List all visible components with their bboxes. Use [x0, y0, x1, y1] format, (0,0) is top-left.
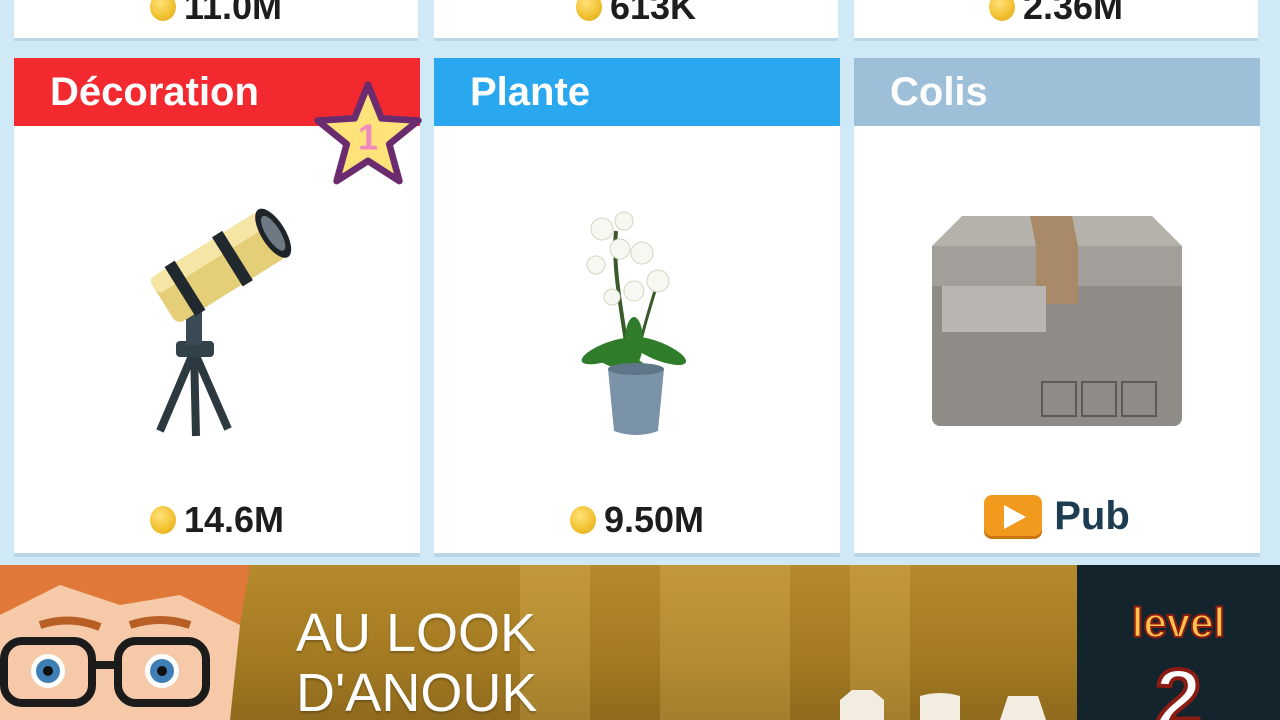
price-value: 9.50M	[603, 499, 705, 540]
level-number: 2	[1153, 650, 1204, 720]
watch-ad-label: Pub	[1054, 494, 1130, 538]
store-banner[interactable]: AU LOOK D'ANOUK level 2	[0, 565, 1280, 720]
price-row: 2.36M	[854, 0, 1258, 28]
item-illustration	[434, 178, 840, 463]
coin-icon	[149, 0, 176, 21]
price-value: 14.6M	[183, 499, 285, 540]
top-card-3[interactable]: 2.36M	[854, 0, 1258, 38]
card-category-label: Décoration	[50, 69, 259, 114]
coin-icon	[575, 0, 602, 21]
character-avatar	[0, 565, 250, 720]
shop-card-plante[interactable]: Plante 9.50M	[434, 58, 840, 553]
item-illustration	[854, 178, 1260, 463]
coin-icon	[149, 506, 176, 534]
level-label: level	[1131, 598, 1226, 647]
store-title-line1: AU LOOK	[296, 603, 537, 663]
top-card-1[interactable]: 11.0M	[14, 0, 418, 38]
coin-icon	[988, 0, 1015, 21]
price-row: 14.6M	[14, 499, 420, 541]
store-title: AU LOOK D'ANOUK	[296, 603, 537, 720]
card-header: Colis	[854, 58, 1260, 126]
play-video-icon	[984, 494, 1043, 539]
level-indicator: level 2	[1077, 565, 1280, 720]
coin-icon	[569, 506, 596, 534]
price-value: 613K	[609, 0, 697, 27]
top-card-2[interactable]: 613K	[434, 0, 838, 38]
star-badge-number: 1	[358, 118, 378, 158]
shop-card-colis[interactable]: Colis Pub	[854, 58, 1260, 553]
price-row: 11.0M	[14, 0, 418, 28]
price-row: 9.50M	[434, 499, 840, 541]
item-illustration	[14, 178, 420, 463]
store-title-line2: D'ANOUK	[296, 663, 538, 720]
card-header: Plante	[434, 58, 840, 126]
card-category-label: Colis	[890, 69, 988, 114]
price-value: 2.36M	[1022, 0, 1124, 27]
orchid-plant-icon	[581, 211, 687, 435]
card-category-label: Plante	[470, 69, 591, 114]
price-row: 613K	[434, 0, 838, 28]
telescope-icon	[150, 208, 292, 436]
price-value: 11.0M	[183, 0, 283, 27]
watch-ad-button[interactable]: Pub	[854, 494, 1260, 539]
cardboard-box-icon	[932, 215, 1182, 426]
clothing-icons	[840, 690, 1046, 720]
shop-card-decoration[interactable]: Décoration 1 14.6M	[14, 58, 422, 553]
star-badge-icon: 1	[314, 81, 422, 185]
